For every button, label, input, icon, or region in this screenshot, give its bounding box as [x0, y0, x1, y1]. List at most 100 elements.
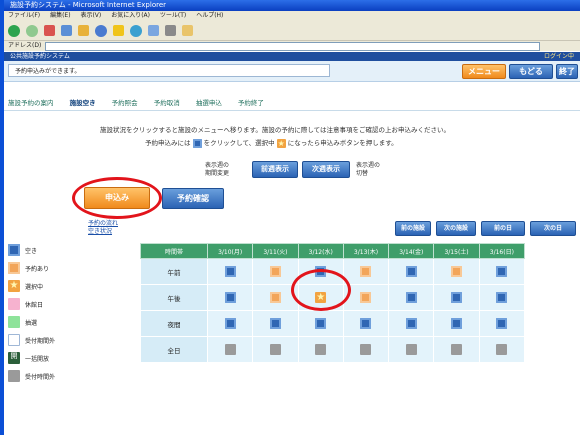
- mail-icon[interactable]: [148, 25, 159, 36]
- free-icon[interactable]: [315, 266, 327, 277]
- free-icon[interactable]: [405, 266, 417, 277]
- exit-button[interactable]: 終了: [556, 64, 578, 79]
- table-row: 午後 ★: [140, 284, 526, 311]
- menu-file[interactable]: ファイル(F): [8, 12, 40, 19]
- slot-cell[interactable]: [388, 310, 435, 337]
- slot-cell[interactable]: ★: [297, 284, 344, 311]
- free-icon[interactable]: [496, 318, 508, 329]
- window-title: 施設予約システム - Microsoft Internet Explorer: [10, 1, 167, 9]
- slot-cell[interactable]: [342, 310, 390, 337]
- menu-bar: ファイル(F) 編集(E) 表示(V) お気に入り(A) ツール(T) ヘルプ(…: [4, 11, 580, 21]
- search-icon[interactable]: [95, 24, 107, 37]
- booked-icon: [269, 266, 281, 277]
- nav-item-inquiry[interactable]: 予約照会: [112, 99, 138, 107]
- slot-cell: [342, 284, 390, 311]
- slot-cell: [388, 336, 435, 363]
- stop-icon[interactable]: [44, 25, 55, 36]
- site-header: 公共施設予約システム ログイン中: [4, 52, 580, 61]
- table-row: 午前: [140, 258, 526, 285]
- column-header: 3/14(金): [388, 243, 435, 259]
- back-button[interactable]: もどる: [509, 64, 553, 79]
- help-link-flow[interactable]: 予約の流れ: [88, 220, 118, 228]
- nav-divider: [4, 110, 580, 111]
- free-icon[interactable]: [496, 266, 508, 277]
- legend-label: 抽選: [25, 319, 38, 327]
- legend-outside: 受付期間外: [8, 334, 55, 346]
- menu-edit[interactable]: 編集(E): [50, 12, 70, 19]
- reservation-confirm-button[interactable]: 予約確認: [162, 188, 224, 209]
- free-icon[interactable]: [360, 318, 372, 329]
- prev-day-button[interactable]: 前の日: [481, 221, 525, 236]
- free-icon[interactable]: [224, 318, 236, 329]
- next-day-button[interactable]: 次の日: [530, 221, 576, 236]
- folder-icon[interactable]: [182, 25, 193, 36]
- prev-facility-button[interactable]: 前の施設: [395, 221, 431, 236]
- menu-view[interactable]: 表示(V): [80, 12, 101, 19]
- nav-item-lottery[interactable]: 抽選申込: [196, 99, 222, 107]
- help-links: 予約の流れ 空き状況: [88, 220, 118, 236]
- free-icon: [8, 244, 20, 256]
- nav-links: 施設予約の案内 施設空き 予約照会 予約取消 抽選申込 予約終了: [8, 98, 573, 108]
- slot-cell[interactable]: [478, 310, 526, 337]
- unavailable-icon: [8, 370, 20, 382]
- back-icon[interactable]: [8, 24, 20, 37]
- nav-item-cancel[interactable]: 予約取消: [154, 99, 180, 107]
- slot-cell[interactable]: [297, 310, 344, 337]
- free-icon[interactable]: [224, 292, 236, 303]
- slot-cell[interactable]: [478, 284, 526, 311]
- week-range-label: 表示週の 期間変更: [205, 162, 229, 178]
- slot-cell[interactable]: [206, 284, 254, 311]
- slot-cell[interactable]: [388, 284, 435, 311]
- slot-cell: [252, 284, 299, 311]
- refresh-icon[interactable]: [61, 25, 72, 36]
- nav-item-availability[interactable]: 施設空き: [70, 99, 96, 107]
- table-corner-header: 時間帯: [140, 243, 208, 259]
- next-facility-button[interactable]: 次の施設: [436, 221, 476, 236]
- address-input[interactable]: [45, 41, 540, 51]
- free-icon[interactable]: [405, 292, 417, 303]
- forward-icon[interactable]: [26, 24, 38, 37]
- free-icon[interactable]: [451, 318, 463, 329]
- free-icon[interactable]: [315, 318, 327, 329]
- slot-cell[interactable]: [433, 284, 480, 311]
- prev-week-button[interactable]: 前週表示: [252, 161, 298, 178]
- menu-tools[interactable]: ツール(T): [160, 12, 186, 19]
- slot-cell[interactable]: [297, 258, 344, 285]
- menu-button[interactable]: メニュー: [462, 64, 506, 79]
- free-icon[interactable]: [405, 318, 417, 329]
- favorites-icon[interactable]: [113, 25, 124, 36]
- slot-cell[interactable]: [478, 258, 526, 285]
- next-week-button[interactable]: 次週表示: [302, 161, 350, 178]
- nav-item-finish[interactable]: 予約終了: [238, 99, 264, 107]
- slot-cell[interactable]: [206, 258, 254, 285]
- menu-favorites[interactable]: お気に入り(A): [111, 12, 150, 19]
- gray-icon: [360, 344, 372, 355]
- booked-icon: [8, 262, 20, 274]
- slot-cell: [206, 336, 254, 363]
- free-icon[interactable]: [224, 266, 236, 277]
- apply-button[interactable]: 申込み: [84, 187, 150, 209]
- free-icon[interactable]: [269, 318, 281, 329]
- slot-cell[interactable]: [433, 310, 480, 337]
- table-header-row: 時間帯 3/10(月) 3/11(火) 3/12(水) 3/13(木) 3/14…: [140, 243, 526, 259]
- slot-cell[interactable]: [388, 258, 435, 285]
- gray-icon: [451, 344, 463, 355]
- instruction-line-2: 予約申込みには をクリックして、選択中 ★ になったら申込みボタンを押します。: [145, 137, 398, 148]
- legend-label: 受付期間外: [25, 337, 56, 345]
- site-header-right-text: ログイン中: [543, 53, 574, 60]
- menu-help[interactable]: ヘルプ(H): [196, 12, 223, 19]
- instruction-text-a: 予約申込みには: [145, 139, 191, 147]
- home-icon[interactable]: [78, 25, 89, 36]
- gray-icon: [224, 344, 236, 355]
- slot-cell[interactable]: [206, 310, 254, 337]
- help-link-availability[interactable]: 空き状況: [88, 228, 118, 236]
- free-icon[interactable]: [451, 292, 463, 303]
- history-icon[interactable]: [130, 24, 142, 37]
- nav-item-guide[interactable]: 施設予約の案内: [8, 99, 54, 107]
- print-icon[interactable]: [165, 25, 176, 36]
- closed-icon: [8, 298, 20, 310]
- gray-icon: [269, 344, 281, 355]
- free-icon[interactable]: [496, 292, 508, 303]
- star-icon[interactable]: ★: [315, 292, 327, 303]
- slot-cell[interactable]: [252, 310, 299, 337]
